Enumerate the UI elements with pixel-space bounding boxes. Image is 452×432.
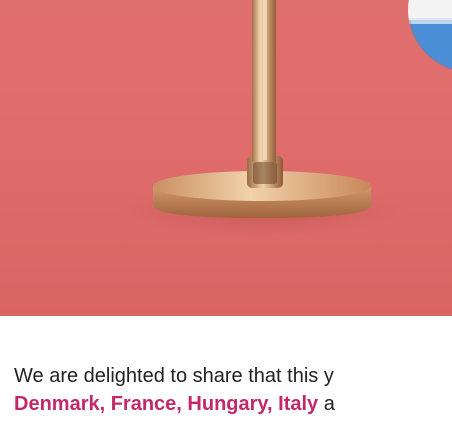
flag-badge-icon (408, 0, 452, 72)
trophy-pole-highlight (263, 0, 267, 160)
trophy-collar-ring (253, 162, 277, 184)
article-paragraph: We are delighted to share that this y De… (14, 362, 452, 418)
countries-suffix: a (318, 393, 335, 415)
trophy-lamp-icon (120, 0, 452, 236)
countries-highlight: Denmark, France, Hungary, Italy (14, 393, 319, 415)
hero-image (0, 0, 452, 316)
article-line-1: We are delighted to share that this y (14, 362, 452, 390)
article-line-2: Denmark, France, Hungary, Italy a (14, 390, 452, 418)
page: We are delighted to share that this y De… (0, 0, 452, 432)
intro-text: We are delighted to share that this y (14, 365, 334, 387)
